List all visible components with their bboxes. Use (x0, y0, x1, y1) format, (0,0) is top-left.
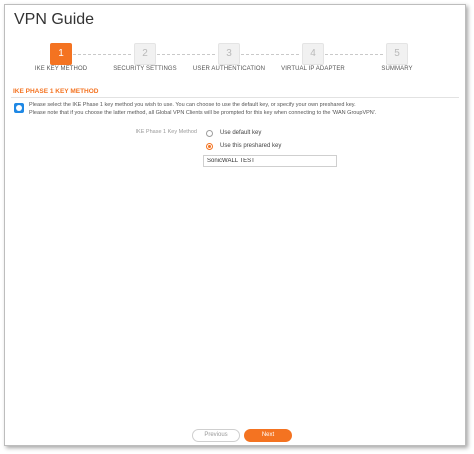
radio-default-key[interactable] (206, 129, 213, 137)
step-connector (157, 54, 215, 55)
page-title: VPN Guide (14, 11, 95, 28)
step-connector (241, 54, 299, 55)
option-preshared-key[interactable]: Use this preshared key (206, 141, 281, 151)
info-line-1: Please select the IKE Phase 1 key method… (29, 102, 356, 108)
option-preshared-key-label: Use this preshared key (220, 143, 282, 149)
step-5-indicator: 5 (386, 43, 408, 65)
preshared-key-input[interactable] (203, 155, 337, 167)
step-connector (73, 54, 131, 55)
info-line-2: Please note that if you choose the latte… (29, 109, 377, 116)
option-default-key-label: Use default key (220, 130, 262, 136)
section-divider (11, 97, 459, 98)
step-1-indicator: 1 (50, 43, 72, 65)
key-method-label: IKE Phase 1 Key Method (135, 129, 197, 135)
radio-preshared-key[interactable] (206, 142, 213, 150)
next-button[interactable]: Next (244, 429, 292, 442)
info-icon (14, 103, 24, 113)
wizard-steps: 1 2 3 4 5 IKE KEY METHOD SECURITY SETTIN… (5, 43, 467, 79)
previous-button[interactable]: Previous (192, 429, 240, 442)
step-connector (325, 54, 383, 55)
wizard-window: VPN Guide 1 2 3 4 5 IKE KEY METHOD SECUR… (4, 4, 466, 446)
info-message: Please select the IKE Phase 1 key method… (29, 102, 459, 117)
section-title: IKE PHASE 1 KEY METHOD (13, 88, 99, 95)
option-default-key[interactable]: Use default key (206, 128, 261, 138)
step-2-indicator: 2 (134, 43, 156, 65)
step-3-indicator: 3 (218, 43, 240, 65)
step-5-label: SUMMARY (381, 66, 413, 72)
step-4-indicator: 4 (302, 43, 324, 65)
